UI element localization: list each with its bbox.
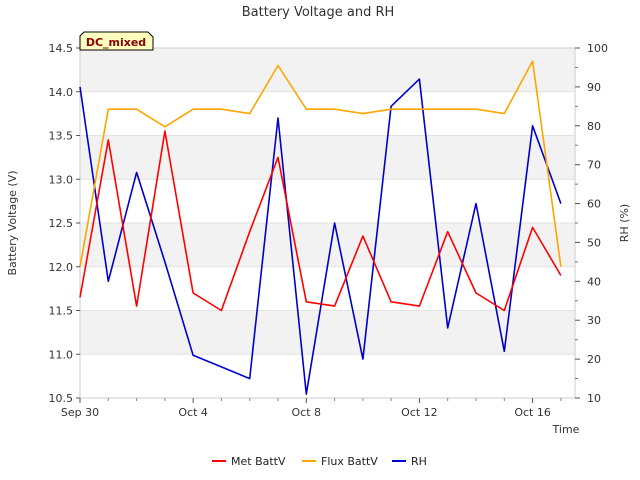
y2-tick-label: 40 — [587, 275, 601, 288]
y-tick-label: 14.0 — [49, 86, 74, 99]
x-tick-label: Oct 16 — [514, 406, 551, 419]
y2-axis-title: RH (%) — [618, 204, 631, 242]
badge-label: DC_mixed — [86, 36, 146, 49]
y-tick-label: 13.0 — [49, 173, 74, 186]
y2-tick-label: 90 — [587, 81, 601, 94]
y2-tick-label: 80 — [587, 120, 601, 133]
y-tick-label: 11.5 — [49, 305, 74, 318]
y2-tick-label: 30 — [587, 314, 601, 327]
y-tick-label: 10.5 — [49, 392, 74, 405]
y2-tick-label: 60 — [587, 198, 601, 211]
y-tick-label: 11.0 — [49, 348, 74, 361]
chart-title: Battery Voltage and RH — [242, 5, 395, 20]
legend-label: Flux BattV — [321, 455, 378, 468]
y2-tick-label: 70 — [587, 159, 601, 172]
dataset-badge: DC_mixed — [79, 31, 154, 51]
plot-band — [80, 48, 575, 92]
y-tick-label: 12.5 — [49, 217, 74, 230]
battery-voltage-rh-chart: Battery Voltage and RH 10.5 11.0 11.5 12.0 1… — [0, 0, 640, 480]
x-tick-label: Sep 30 — [61, 406, 99, 419]
y2-tick-label: 50 — [587, 236, 601, 249]
y-tick-label: 13.5 — [49, 130, 74, 143]
x-tick-label: Oct 4 — [178, 406, 208, 419]
x-axis-title: Time — [552, 423, 580, 436]
legend-label: RH — [411, 455, 427, 468]
x-tick-label: Oct 8 — [292, 406, 322, 419]
y2-tick-label: 10 — [587, 392, 601, 405]
plot-band — [80, 135, 575, 180]
y-tick-label: 12.0 — [49, 261, 74, 274]
legend-label: Met BattV — [231, 455, 286, 468]
x-tick-label: Oct 12 — [401, 406, 438, 419]
y-tick-label: 14.5 — [49, 42, 74, 55]
y-axis-title: Battery Voltage (V) — [6, 170, 19, 275]
y2-tick-label: 100 — [587, 42, 608, 55]
y2-tick-label: 20 — [587, 353, 601, 366]
